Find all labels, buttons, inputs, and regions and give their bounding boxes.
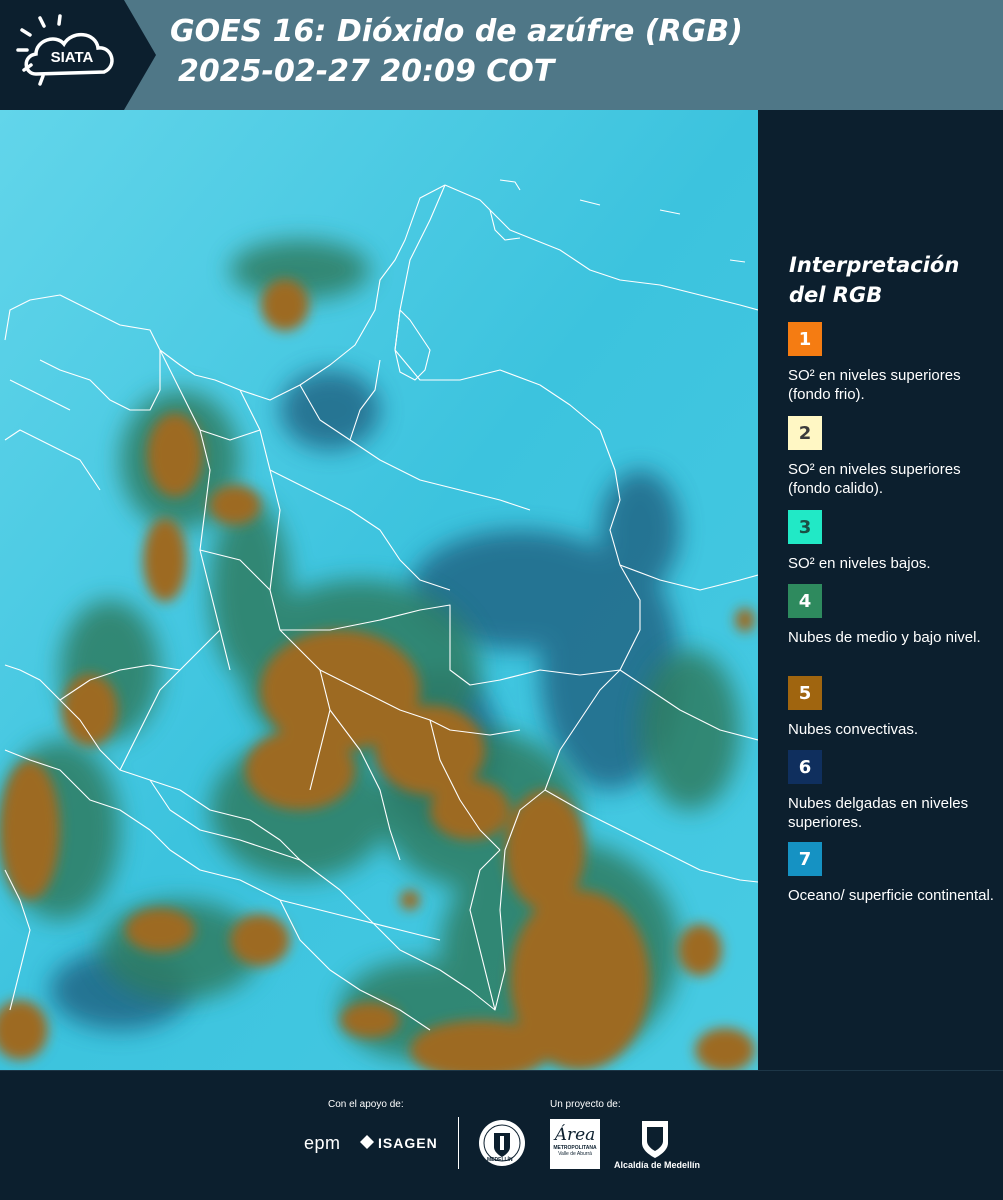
legend-swatch-5: 5	[788, 676, 822, 710]
legend-panel: Interpretación del RGB 1 SO² en niveles …	[758, 110, 1003, 1070]
footer-divider	[458, 1117, 459, 1169]
legend-text-4: Nubes de medio y bajo nivel.	[788, 629, 981, 646]
header-bar: SIATA GOES 16: Dióxido de azúfre (RGB) 2…	[0, 0, 1003, 110]
legend-swatch-3: 3	[788, 510, 822, 544]
project-label: Un proyecto de:	[550, 1099, 621, 1110]
satellite-map[interactable]	[0, 110, 758, 1070]
legend-text-1: SO² en niveles superiores (fondo frio).	[788, 367, 961, 403]
area-logo-word: Área	[554, 1125, 596, 1145]
legend-text-2: SO² en niveles superiores (fondo calido)…	[788, 461, 961, 497]
legend-swatch-7: 7	[788, 842, 822, 876]
legend-text-3: SO² en niveles bajos.	[788, 555, 931, 572]
siata-logo[interactable]: SIATA	[0, 0, 156, 110]
isagen-icon	[360, 1135, 374, 1149]
page-title: GOES 16: Dióxido de azúfre (RGB) 2025-02…	[170, 12, 743, 92]
legend-title: Interpretación del RGB	[789, 253, 960, 307]
siata-logo-text: SIATA	[51, 49, 94, 66]
title-product: GOES 16: Dióxido de azúfre (RGB)	[170, 14, 743, 49]
footer: Con el apoyo de: Un proyecto de: epm ISA…	[0, 1070, 1003, 1200]
legend-item-7: 7 Oceano/ superficie continental.	[788, 842, 998, 905]
medellin-seal-icon[interactable]	[478, 1119, 526, 1172]
legend-swatch-2: 2	[788, 416, 822, 450]
support-label: Con el apoyo de:	[328, 1099, 404, 1110]
medellin-seal-caption: MEDELLÍN	[487, 1157, 513, 1163]
alcaldia-shield-icon[interactable]	[640, 1119, 670, 1164]
legend-item-6: 6 Nubes delgadas en niveles superiores.	[788, 750, 998, 832]
legend-swatch-4: 4	[788, 584, 822, 618]
legend-swatch-1: 1	[788, 322, 822, 356]
isagen-logo[interactable]: ISAGEN	[378, 1135, 438, 1151]
title-datetime: 2025-02-27 20:09 COT	[178, 54, 555, 89]
legend-item-2: 2 SO² en niveles superiores (fondo calid…	[788, 416, 998, 498]
legend-swatch-6: 6	[788, 750, 822, 784]
legend-text-6: Nubes delgadas en niveles superiores.	[788, 795, 969, 831]
area-metropolitana-logo[interactable]: Área METROPOLITANA Valle de Aburrá	[550, 1119, 600, 1169]
legend-item-4: 4 Nubes de medio y bajo nivel.	[788, 584, 998, 647]
legend-item-1: 1 SO² en niveles superiores (fondo frio)…	[788, 322, 998, 404]
legend-text-7: Oceano/ superficie continental.	[788, 887, 994, 904]
epm-logo[interactable]: epm	[304, 1133, 341, 1154]
alcaldia-caption: Alcaldía de Medellín	[614, 1160, 701, 1170]
area-logo-subcaption: Valle de Aburrá	[558, 1151, 592, 1157]
legend-item-3: 3 SO² en niveles bajos.	[788, 510, 998, 573]
legend-item-5: 5 Nubes convectivas.	[788, 676, 998, 739]
legend-text-5: Nubes convectivas.	[788, 721, 919, 738]
